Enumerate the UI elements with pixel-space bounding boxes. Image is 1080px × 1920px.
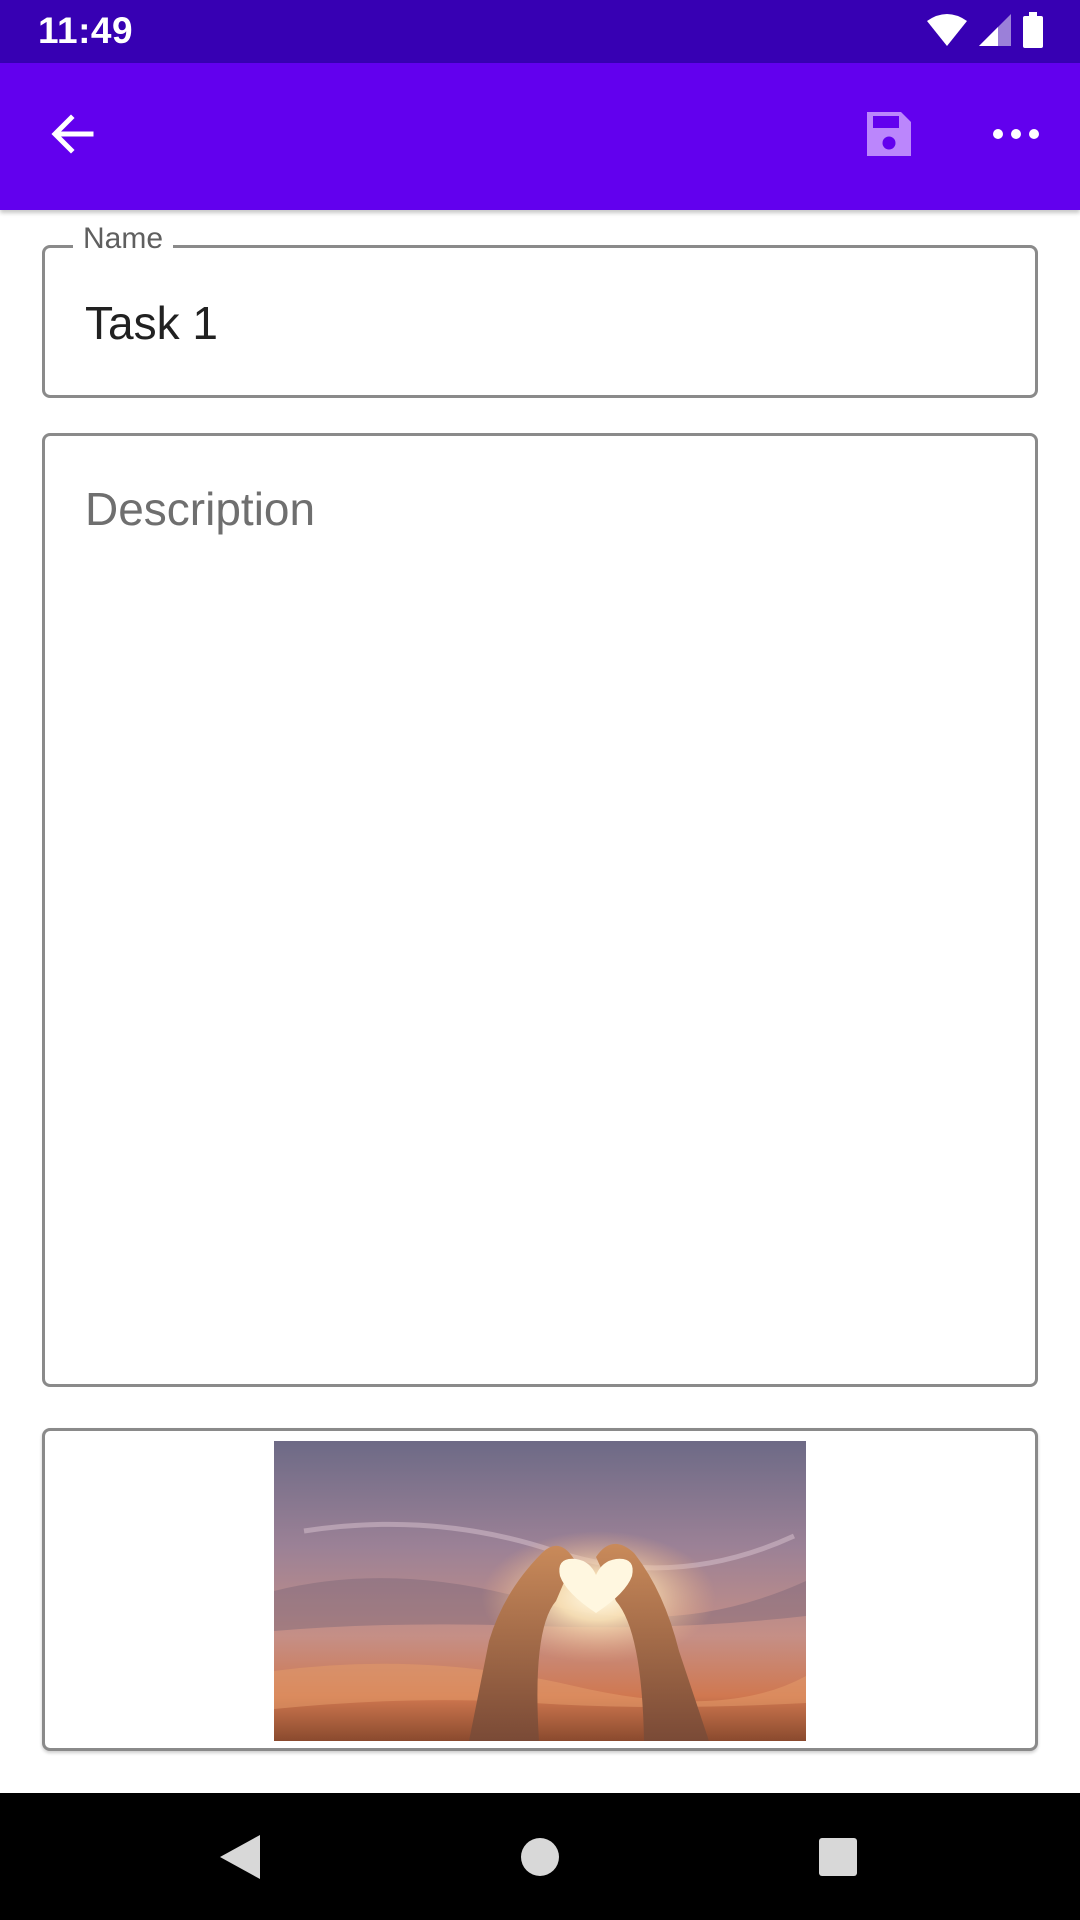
name-field[interactable]: Name Task 1	[42, 222, 1038, 398]
nav-back-icon	[220, 1835, 260, 1879]
more-options-button[interactable]	[968, 86, 1064, 182]
back-button[interactable]	[25, 86, 121, 182]
arrow-back-icon	[51, 114, 94, 154]
heart-hands-sunset-photo[interactable]	[274, 1441, 806, 1741]
nav-home-button[interactable]	[490, 1807, 590, 1907]
status-bar: 11:49	[0, 0, 1080, 63]
app-bar	[0, 63, 1080, 210]
battery-icon	[1023, 12, 1043, 48]
system-nav-bar	[0, 1793, 1080, 1920]
save-icon	[867, 112, 911, 156]
nav-recents-icon	[819, 1838, 857, 1876]
signal-icon	[979, 14, 1011, 46]
nav-back-button[interactable]	[190, 1807, 290, 1907]
description-placeholder: Description	[85, 483, 316, 535]
nav-home-icon	[521, 1838, 559, 1876]
name-field-value[interactable]: Task 1	[85, 296, 218, 350]
nav-recents-button[interactable]	[788, 1807, 888, 1907]
image-attachment-card[interactable]	[42, 1428, 1038, 1751]
status-time: 11:49	[38, 10, 134, 51]
status-icons	[926, 12, 1044, 48]
description-field[interactable]: Description	[42, 433, 1038, 1387]
wifi-icon	[927, 14, 967, 46]
more-horizontal-icon	[993, 129, 1039, 139]
save-button[interactable]	[841, 86, 937, 182]
name-field-label: Name	[73, 222, 174, 256]
